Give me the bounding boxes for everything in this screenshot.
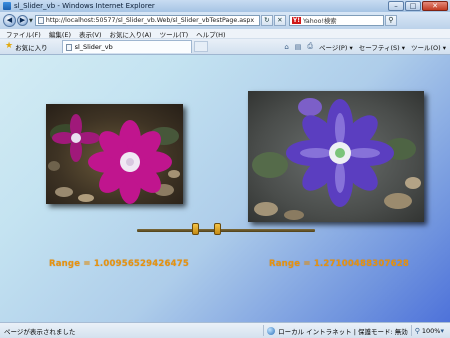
star-icon: ★ [5,41,14,51]
flower-photo-left [46,104,183,204]
maximize-button[interactable]: □ [405,0,421,11]
page-icon [65,43,72,51]
zoom-icon: ⚲ [414,326,420,335]
yahoo-logo-icon: Y! [291,17,301,24]
search-button[interactable]: ⚲ [384,15,397,26]
status-separator [263,325,265,336]
window-title: sl_Slider_vb - Windows Internet Explorer [14,2,155,10]
close-button[interactable]: ✕ [422,0,448,11]
feeds-icon[interactable]: ▤ [295,43,302,51]
refresh-button[interactable]: ↻ [260,15,273,26]
forward-button[interactable]: ▶ [17,15,28,26]
search-input[interactable]: Y! Yahoo!検索 [288,15,384,26]
minimize-button[interactable]: – [388,0,404,11]
tools-menu[interactable]: ツール(O) ▾ [411,42,446,52]
range-value-right: Range = 1.27100488307628 [269,259,409,269]
menu-file[interactable]: ファイル(F) [6,29,41,39]
menu-view[interactable]: 表示(V) [79,29,102,39]
status-text: ページが表示されました [4,327,76,336]
new-tab-button[interactable] [193,41,208,52]
print-icon[interactable]: ⎙ [307,42,313,51]
range-value-left: Range = 1.00956529426475 [49,259,189,269]
tab-bar: ★ お気に入り sl_Slider_vb ⌂ ▤ ⎙ ページ(P) ▾ セーフテ… [0,39,450,55]
tab-title: sl_Slider_vb [74,43,113,51]
safety-menu[interactable]: セーフティ(S) ▾ [359,42,405,52]
menu-bar: ファイル(F) 編集(E) 表示(V) お気に入り(A) ツール(T) ヘルプ(… [0,29,450,39]
security-zone[interactable]: ローカル イントラネット | 保護モード: 無効 [260,325,415,336]
menu-edit[interactable]: 編集(E) [49,29,71,39]
globe-icon [267,326,276,335]
page-icon [37,17,44,24]
ie-icon [3,2,11,10]
range-slider-thumb-low[interactable] [192,223,199,235]
range-slider-track[interactable] [137,229,315,232]
window-title-bar: sl_Slider_vb - Windows Internet Explorer… [0,0,450,12]
menu-tools[interactable]: ツール(T) [160,29,189,39]
menu-help[interactable]: ヘルプ(H) [196,29,225,39]
address-row: ◀ ▶ ▼ http://localhost:50577/sl_Slider_v… [0,12,450,29]
zone-label: ローカル イントラネット | 保護モード: 無効 [278,327,408,336]
history-dropdown-icon[interactable]: ▼ [29,18,33,24]
stop-button[interactable]: ✕ [273,15,286,26]
favorites-button[interactable]: ★ お気に入り [5,42,48,52]
back-button[interactable]: ◀ [3,14,16,27]
tab-active[interactable]: sl_Slider_vb [61,40,192,53]
chevron-down-icon: ▾ [440,326,444,335]
window-controls: – □ ✕ [387,0,448,12]
status-bar: ページが表示されました ローカル イントラネット | 保護モード: 無効 ⚲ 1… [0,322,450,338]
zoom-level: 100% [421,326,441,335]
menu-favorites[interactable]: お気に入り(A) [110,29,152,39]
address-bar[interactable]: http://localhost:50577/sl_Slider_vb.Web/… [34,15,260,26]
flower-photo-right [248,91,424,222]
page-content: Range = 1.00956529426475 Range = 1.27100… [0,55,450,322]
address-url[interactable]: http://localhost:50577/sl_Slider_vb.Web/… [46,17,257,24]
status-separator [410,325,412,336]
home-icon[interactable]: ⌂ [284,43,288,51]
favorites-label: お気に入り [15,43,48,52]
page-menu[interactable]: ページ(P) ▾ [319,42,353,52]
search-engine-label: Yahoo!検索 [302,18,337,25]
command-bar: ⌂ ▤ ⎙ ページ(P) ▾ セーフティ(S) ▾ ツール(O) ▾ [284,42,446,52]
zoom-control[interactable]: ⚲ 100% ▾ [415,327,446,335]
range-slider-thumb-high[interactable] [214,223,221,235]
